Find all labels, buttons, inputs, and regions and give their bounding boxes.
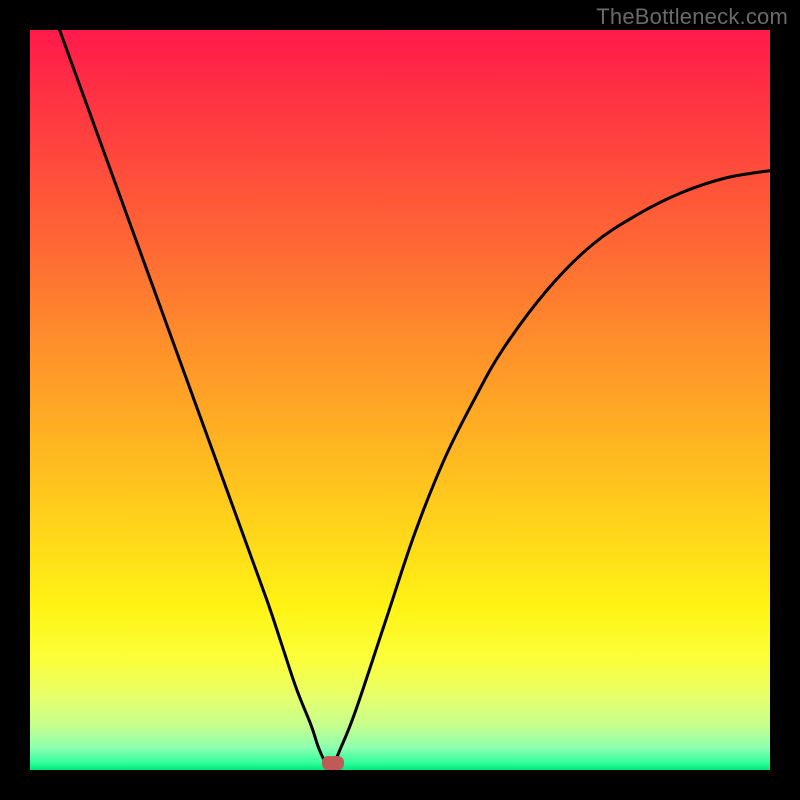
- chart-plot-area: [30, 30, 770, 770]
- optimum-marker: [322, 756, 344, 770]
- chart-curve: [60, 30, 770, 765]
- chart-line-svg: [30, 30, 770, 770]
- watermark-text: TheBottleneck.com: [596, 4, 788, 30]
